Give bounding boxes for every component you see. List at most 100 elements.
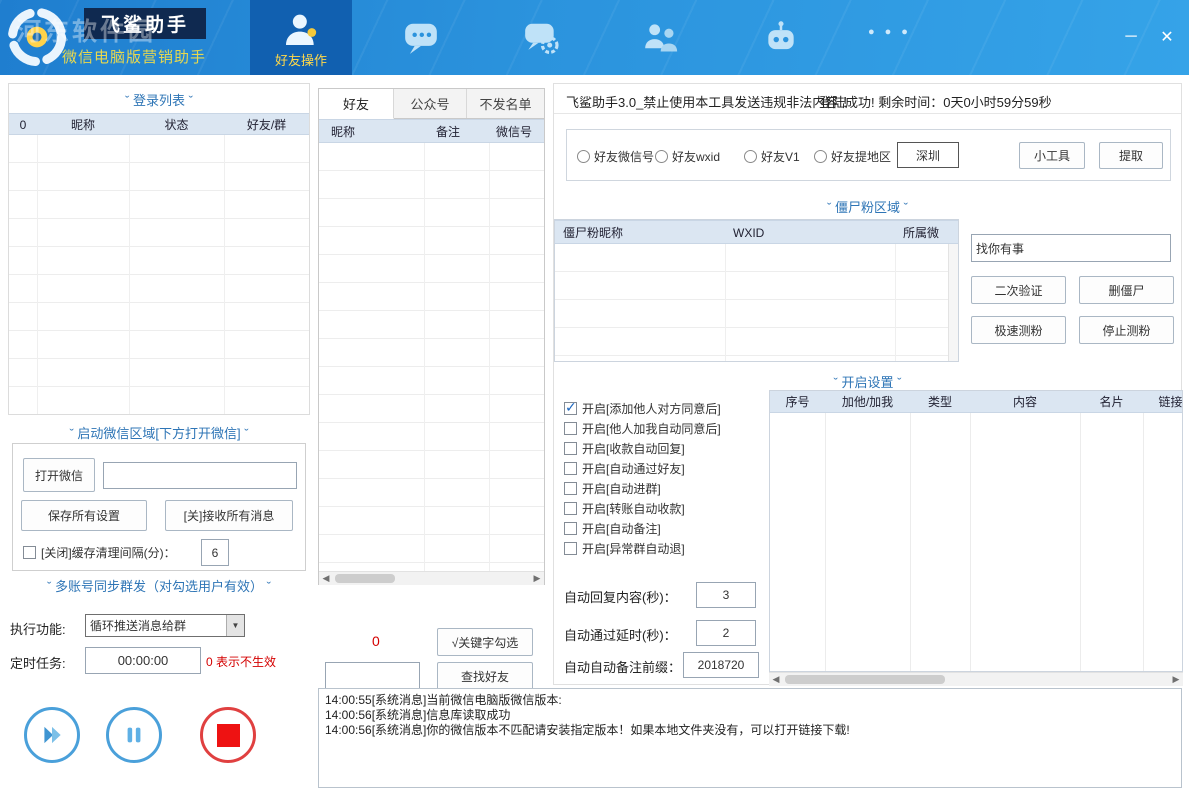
auto-reply-input[interactable]	[696, 582, 756, 608]
timer-hint: 0 表示不生效	[206, 653, 276, 670]
find-friend-button[interactable]: 查找好友	[437, 662, 533, 690]
timer-task-input[interactable]	[85, 647, 201, 674]
minimize-button[interactable]: ─	[1114, 20, 1148, 54]
checkbox[interactable]	[564, 442, 577, 455]
selected-count: 0	[372, 633, 380, 649]
friend-list-box: 好友 公众号 不发名单 昵称 备注 微信号 ◀ ▶	[318, 88, 545, 585]
scrollbar-thumb[interactable]	[785, 675, 945, 684]
setting-row-auto-remark[interactable]: 开启[自动备注]	[564, 520, 661, 536]
nav-tab-wechat-icon[interactable]	[402, 19, 440, 57]
column-header-status: 状态	[129, 114, 224, 134]
login-table-header: 0 昵称 状态 好友/群	[9, 113, 309, 135]
friend-list-panel: 好友 公众号 不发名单 昵称 备注 微信号 ◀ ▶ 0 √关键字勾选 查找好友	[318, 83, 545, 685]
cache-clean-checkbox[interactable]	[23, 546, 36, 559]
setting-row-auto-quit-group[interactable]: 开启[异常群自动退]	[564, 540, 685, 556]
open-wechat-button[interactable]: 打开微信	[23, 458, 95, 492]
nav-tab-friend-operations[interactable]: 好友操作	[250, 0, 352, 75]
save-all-settings-button[interactable]: 保存所有设置	[21, 500, 147, 531]
app-window: 河东软件园 飞鲨助手 微信电脑版营销助手 好友操作 ●●● ─ ✕	[0, 0, 1189, 794]
cache-clean-label: [关闭]缓存清理间隔(分)：	[41, 544, 176, 561]
close-button[interactable]: ✕	[1150, 20, 1184, 54]
login-list-box: ˇ 登录列表 ˇ 0 昵称 状态 好友/群	[8, 83, 310, 415]
launch-wechat-box: 打开微信 保存所有设置 [关]接收所有消息 [关闭]缓存清理间隔(分)：	[12, 443, 306, 571]
column-header-type: 类型	[910, 391, 970, 412]
checkbox-label: 开启[他人加我自动同意后]	[582, 420, 721, 437]
second-verify-button[interactable]: 二次验证	[971, 276, 1066, 304]
start-button[interactable]	[24, 707, 80, 763]
remark-prefix-label: 自动自动备注前缀：	[564, 657, 681, 676]
scroll-right-arrow-icon[interactable]: ▶	[1169, 674, 1183, 685]
small-tools-button[interactable]: 小工具	[1019, 142, 1085, 169]
delete-zombie-button[interactable]: 删僵尸	[1079, 276, 1174, 304]
keyword-select-button[interactable]: √关键字勾选	[437, 628, 533, 656]
nav-tab-accounts-icon[interactable]	[642, 19, 680, 57]
radio-friend-v1[interactable]: 好友V1	[744, 148, 800, 165]
radio-icon	[577, 150, 590, 163]
tab-official-accounts[interactable]: 公众号	[394, 89, 467, 118]
column-header-zombie-nickname: 僵尸粉昵称	[555, 221, 725, 243]
checkbox[interactable]	[564, 522, 577, 535]
checkbox[interactable]	[564, 502, 577, 515]
zombie-section-title: ˇ 僵尸粉区域 ˇ	[554, 197, 1181, 216]
more-menu-icon[interactable]: ●●●	[868, 26, 958, 38]
scroll-left-arrow-icon[interactable]: ◀	[319, 573, 333, 584]
zombie-table-body[interactable]	[555, 244, 948, 361]
setting-row-auto-pass[interactable]: 开启[自动通过好友]	[564, 460, 685, 476]
stop-button[interactable]	[200, 707, 256, 763]
login-table-body[interactable]	[9, 135, 309, 414]
checkbox[interactable]	[564, 422, 577, 435]
scrollbar-thumb[interactable]	[335, 574, 395, 583]
setting-row-add-consent[interactable]: 开启[添加他人对方同意后]	[564, 400, 721, 416]
region-input[interactable]	[897, 142, 959, 168]
checkbox-label: 开启[收款自动回复]	[582, 440, 685, 457]
tab-no-send-list[interactable]: 不发名单	[467, 89, 544, 118]
wechat-path-input[interactable]	[103, 462, 297, 489]
extract-button[interactable]: 提取	[1099, 142, 1163, 169]
stop-test-button[interactable]: 停止测粉	[1079, 316, 1174, 344]
system-log-panel[interactable]: 14:00:55[系统消息]当前微信电脑版微信版本: 14:00:56[系统消息…	[318, 688, 1182, 788]
setting-row-auto-join-group[interactable]: 开启[自动进群]	[564, 480, 661, 496]
tab-friends[interactable]: 好友	[319, 89, 394, 119]
rules-table-body[interactable]	[770, 413, 1182, 671]
play-icon	[39, 722, 65, 748]
setting-row-payment-reply[interactable]: 开启[收款自动回复]	[564, 440, 685, 456]
radio-friend-wechat-id[interactable]: 好友微信号	[577, 148, 654, 165]
cache-clean-checkbox-row[interactable]: [关闭]缓存清理间隔(分)：	[23, 544, 176, 560]
auto-pass-delay-input[interactable]	[696, 620, 756, 646]
column-header-nickname: 昵称	[319, 120, 424, 142]
setting-row-auto-accept[interactable]: 开启[他人加我自动同意后]	[564, 420, 721, 436]
setting-row-auto-collect[interactable]: 开启[转账自动收款]	[564, 500, 685, 516]
fast-test-button[interactable]: 极速测粉	[971, 316, 1066, 344]
login-panel: ˇ 登录列表 ˇ 0 昵称 状态 好友/群 ˇ 启动微信区域[下方打开微信] ˇ…	[8, 83, 310, 790]
pause-button[interactable]	[106, 707, 162, 763]
chevron-down-icon[interactable]: ▼	[226, 615, 244, 636]
nav-tab-robot-icon[interactable]	[762, 19, 800, 57]
radio-icon	[744, 150, 757, 163]
cache-interval-input[interactable]	[201, 539, 229, 566]
radio-friend-wxid[interactable]: 好友wxid	[655, 148, 720, 165]
column-header-nickname: 昵称	[37, 114, 129, 134]
scrollbar-track[interactable]	[783, 673, 1169, 686]
find-friend-input[interactable]	[325, 662, 420, 689]
friend-table-body[interactable]	[319, 143, 544, 571]
exec-function-select[interactable]: 循环推送消息给群 ▼	[85, 614, 245, 637]
checkbox[interactable]	[564, 482, 577, 495]
column-header-wxid: WXID	[725, 221, 895, 243]
friend-list-hscrollbar[interactable]: ◀ ▶	[319, 571, 544, 585]
zombie-table-vscrollbar[interactable]	[948, 244, 958, 361]
radio-friend-region[interactable]: 好友提地区	[814, 148, 891, 165]
remark-prefix-input[interactable]	[683, 652, 759, 678]
scroll-right-arrow-icon[interactable]: ▶	[530, 573, 544, 584]
scrollbar-track[interactable]	[333, 572, 530, 585]
rules-table-hscrollbar[interactable]: ◀ ▶	[769, 672, 1183, 686]
sync-section-title: ˇ 多账号同步群发（对勾选用户有效） ˇ	[8, 576, 310, 595]
scroll-left-arrow-icon[interactable]: ◀	[769, 674, 783, 685]
receive-all-messages-button[interactable]: [关]接收所有消息	[165, 500, 293, 531]
column-header-remark: 备注	[424, 120, 489, 142]
nav-tab-wechat-settings-icon[interactable]	[522, 19, 560, 57]
zombie-message-input[interactable]	[971, 234, 1171, 262]
checkbox[interactable]	[564, 462, 577, 475]
checkbox[interactable]	[564, 402, 577, 415]
app-subtitle: 微信电脑版营销助手	[62, 46, 206, 67]
checkbox[interactable]	[564, 542, 577, 555]
